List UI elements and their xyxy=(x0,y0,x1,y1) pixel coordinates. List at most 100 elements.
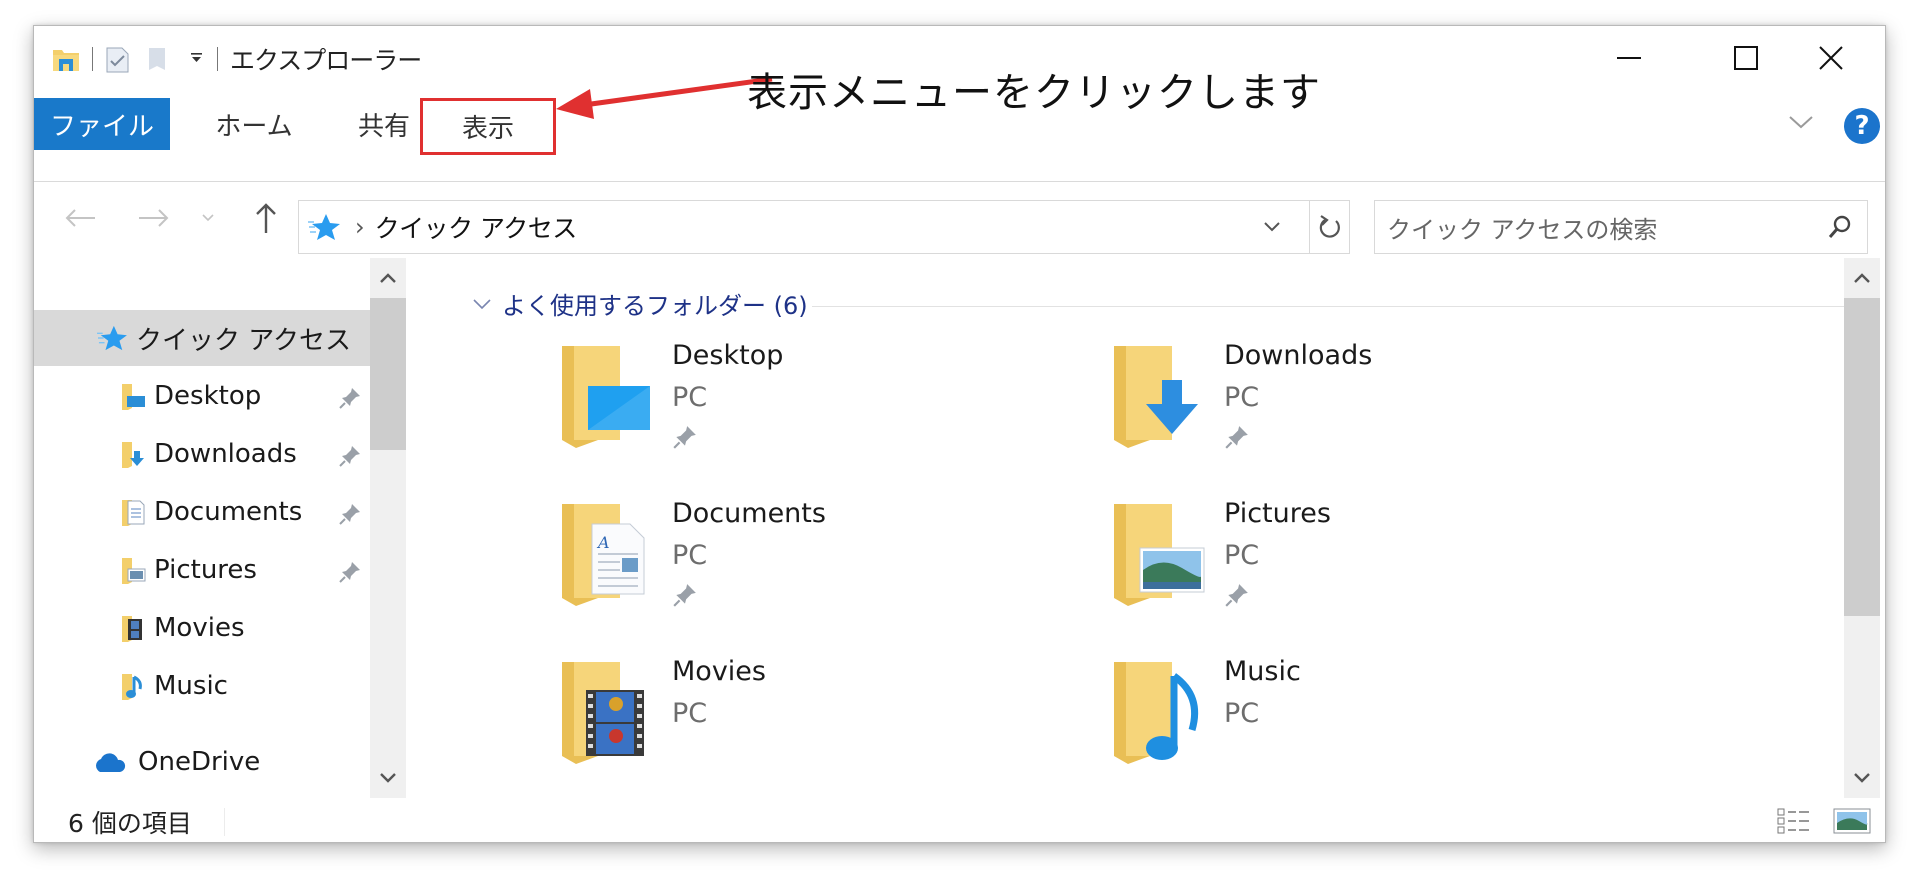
recent-locations-dropdown[interactable] xyxy=(196,198,220,238)
nav-label: Desktop xyxy=(154,381,262,411)
pin-icon[interactable] xyxy=(1224,424,1250,454)
up-button[interactable] xyxy=(246,198,286,238)
nav-pane-scrollbar[interactable] xyxy=(370,258,406,798)
folder-name: Downloads xyxy=(1224,340,1373,371)
folder-tile-movies[interactable]: Movies PC xyxy=(560,656,980,796)
scroll-down-icon[interactable] xyxy=(370,760,406,796)
minimize-button[interactable] xyxy=(1574,36,1684,80)
search-input[interactable]: クイック アクセスの検索 xyxy=(1374,200,1868,254)
nav-label: Pictures xyxy=(154,555,257,585)
pin-icon[interactable] xyxy=(1224,582,1250,612)
nav-label: Music xyxy=(154,671,228,701)
group-divider xyxy=(812,306,1862,307)
large-icons-view-button[interactable] xyxy=(1832,806,1872,836)
quick-access-star-icon xyxy=(307,212,341,242)
qat-customize-dropdown[interactable] xyxy=(189,50,205,69)
folder-location: PC xyxy=(1224,382,1260,413)
nav-scroll-thumb[interactable] xyxy=(370,298,406,450)
folder-location: PC xyxy=(672,540,708,571)
folder-name: Music xyxy=(1224,656,1301,687)
folder-location: PC xyxy=(1224,698,1260,729)
back-button[interactable] xyxy=(60,198,100,238)
status-separator xyxy=(224,808,225,836)
content-scroll-thumb[interactable] xyxy=(1844,298,1880,616)
new-folder-icon[interactable] xyxy=(147,46,175,72)
folder-name: Pictures xyxy=(1224,498,1331,529)
nav-item-movies[interactable]: Movies xyxy=(34,600,370,656)
nav-item-music[interactable]: Music xyxy=(34,658,370,714)
music-folder-icon xyxy=(1112,656,1208,766)
desktop-folder-icon xyxy=(560,340,656,450)
folder-tile-music[interactable]: Music PC xyxy=(1112,656,1532,796)
folder-name: Documents xyxy=(672,498,826,529)
qat-separator xyxy=(217,47,218,71)
nav-item-documents[interactable]: Documents xyxy=(34,484,370,540)
downloads-folder-icon xyxy=(1112,340,1208,450)
nav-label: Downloads xyxy=(154,439,297,469)
status-bar: 6 個の項目 xyxy=(34,798,1885,844)
nav-item-quick-access[interactable]: クイック アクセス xyxy=(34,310,370,366)
window-title: エクスプローラー xyxy=(230,46,422,75)
refresh-button[interactable] xyxy=(1309,201,1349,253)
close-button[interactable] xyxy=(1776,36,1886,80)
search-icon[interactable] xyxy=(1827,214,1853,246)
tab-home[interactable]: ホーム xyxy=(199,98,309,150)
documents-folder-icon xyxy=(118,497,148,527)
pin-icon[interactable] xyxy=(338,560,362,591)
content-area: よく使用するフォルダー (6) Desktop PC Downloads PC … xyxy=(414,258,1862,798)
properties-icon[interactable] xyxy=(105,46,133,73)
navigation-bar: › クイック アクセス クイック アクセスの検索 xyxy=(34,182,1885,258)
star-icon xyxy=(96,324,128,352)
help-button[interactable]: ? xyxy=(1844,108,1880,144)
content-scrollbar[interactable] xyxy=(1844,258,1880,798)
pin-icon[interactable] xyxy=(338,386,362,417)
scroll-down-icon[interactable] xyxy=(1844,760,1880,796)
address-bar[interactable]: › クイック アクセス xyxy=(298,200,1350,254)
folder-tile-pictures[interactable]: Pictures PC xyxy=(1112,498,1532,638)
group-header[interactable]: よく使用するフォルダー (6) xyxy=(472,286,808,321)
svg-text:A: A xyxy=(596,533,610,552)
tab-file[interactable]: ファイル xyxy=(34,98,170,150)
downloads-folder-icon xyxy=(118,439,148,469)
folder-location: PC xyxy=(672,698,708,729)
desktop-folder-icon xyxy=(118,381,148,411)
pictures-folder-icon xyxy=(118,555,148,585)
pin-icon[interactable] xyxy=(338,502,362,533)
explorer-folder-icon xyxy=(52,46,80,72)
nav-item-onedrive[interactable]: OneDrive xyxy=(34,734,370,790)
tab-share[interactable]: 共有 xyxy=(334,98,434,150)
pin-icon[interactable] xyxy=(672,424,698,454)
breadcrumb-separator[interactable]: › xyxy=(355,213,365,241)
qat-separator xyxy=(92,47,93,71)
folder-location: PC xyxy=(1224,540,1260,571)
pictures-folder-icon xyxy=(1112,498,1208,608)
breadcrumb-quick-access[interactable]: クイック アクセス xyxy=(375,209,578,245)
group-title: よく使用するフォルダー (6) xyxy=(502,292,808,320)
ribbon: ファイル ホーム 共有 表示 ? xyxy=(34,98,1885,182)
scroll-up-icon[interactable] xyxy=(1844,260,1880,296)
folder-name: Movies xyxy=(672,656,766,687)
details-view-button[interactable] xyxy=(1774,806,1814,836)
nav-label: Movies xyxy=(154,613,245,643)
pin-icon[interactable] xyxy=(672,582,698,612)
search-placeholder: クイック アクセスの検索 xyxy=(1387,215,1658,244)
collapse-chevron-icon[interactable] xyxy=(472,297,492,311)
scroll-up-icon[interactable] xyxy=(370,260,406,296)
folder-tile-desktop[interactable]: Desktop PC xyxy=(560,340,980,480)
folder-tile-documents[interactable]: A Documents PC xyxy=(560,498,980,638)
documents-folder-icon: A xyxy=(560,498,656,608)
nav-item-pictures[interactable]: Pictures xyxy=(34,542,370,598)
navigation-pane: クイック アクセス Desktop Downloads Documents Pi… xyxy=(34,258,406,798)
tab-view[interactable]: 表示 xyxy=(420,98,556,155)
folder-tile-downloads[interactable]: Downloads PC xyxy=(1112,340,1532,480)
forward-button[interactable] xyxy=(134,198,174,238)
quick-access-toolbar: エクスプローラー xyxy=(52,44,422,75)
explorer-window: エクスプローラー 表示メニューをクリックします ファイル ホーム 共有 表示 ? xyxy=(33,25,1886,843)
nav-item-downloads[interactable]: Downloads xyxy=(34,426,370,482)
onedrive-icon xyxy=(92,750,128,774)
address-history-dropdown[interactable] xyxy=(1255,201,1289,253)
ribbon-expand-chevron-icon[interactable] xyxy=(1786,112,1816,136)
folder-name: Desktop xyxy=(672,340,784,371)
pin-icon[interactable] xyxy=(338,444,362,475)
nav-item-desktop[interactable]: Desktop xyxy=(34,368,370,424)
